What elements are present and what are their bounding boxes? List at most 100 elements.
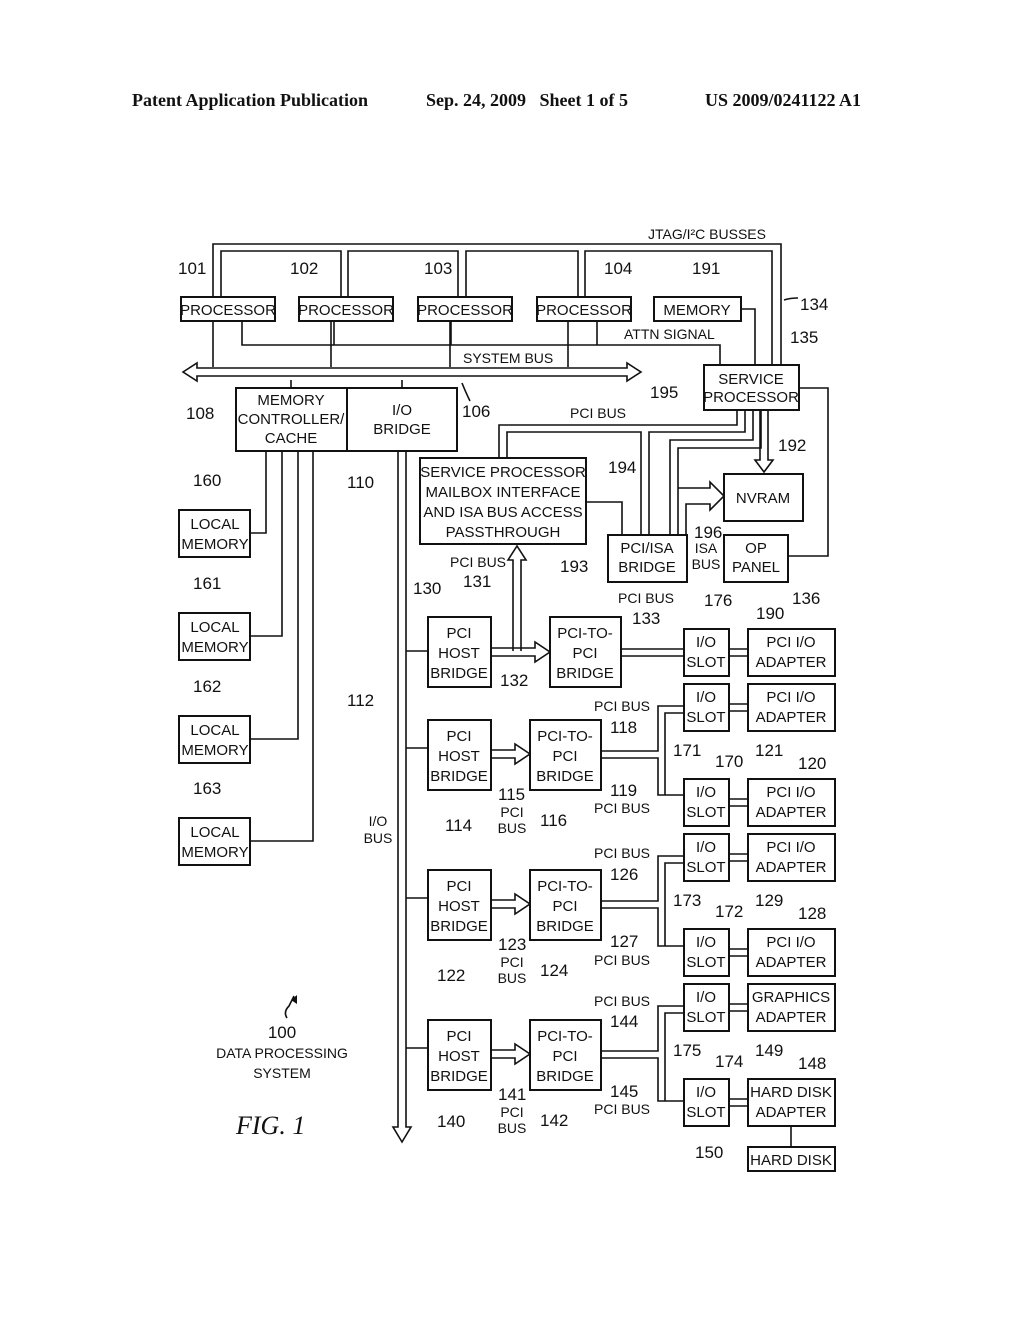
svg-text:SLOT: SLOT: [686, 1104, 725, 1121]
svg-text:BRIDGE: BRIDGE: [373, 421, 431, 438]
processor-103: PROCESSOR 103: [417, 259, 513, 322]
pci-bus-145-label: PCI BUS: [594, 1101, 650, 1117]
local-memory-161: LOCAL MEMORY 161: [178, 574, 251, 661]
jtag-bus-label: JTAG/I²C BUSSES: [648, 226, 766, 242]
ref-104: 104: [604, 259, 632, 278]
svg-text:PCI I/O: PCI I/O: [766, 689, 815, 706]
pci-io-adapter-136: PCI I/O ADAPTER 136: [747, 589, 836, 677]
isa-bus-label-1: ISA: [695, 540, 718, 556]
ref-160: 160: [193, 471, 221, 490]
ref-161: 161: [193, 574, 221, 593]
svg-text:SLOT: SLOT: [686, 804, 725, 821]
svg-text:PCI I/O: PCI I/O: [766, 839, 815, 856]
svg-text:PCI: PCI: [552, 748, 577, 765]
svg-text:SLOT: SLOT: [686, 709, 725, 726]
ref-108: 108: [186, 404, 214, 423]
svg-text:SLOT: SLOT: [686, 954, 725, 971]
svg-text:BRIDGE: BRIDGE: [430, 768, 488, 785]
svg-text:LOCAL: LOCAL: [190, 824, 239, 841]
svg-text:BRIDGE: BRIDGE: [536, 768, 594, 785]
service-processor-135: SERVICE PROCESSOR 135: [703, 328, 818, 411]
ref-112: 112: [347, 691, 374, 710]
pci-to-pci-bridge-124: PCI-TO- PCI BRIDGE 124: [529, 869, 602, 980]
ref-141: 141: [498, 1085, 526, 1104]
ref-127: 127: [610, 932, 638, 951]
svg-text:CONTROLLER/: CONTROLLER/: [238, 411, 346, 428]
ref-192: 192: [778, 436, 806, 455]
pci-host-bridge-114: PCI HOST BRIDGE 114: [427, 719, 492, 835]
memory-191: MEMORY 191: [653, 259, 742, 322]
svg-text:PCI: PCI: [552, 898, 577, 915]
svg-text:PCI-TO-: PCI-TO-: [537, 1028, 593, 1045]
svg-text:PCI I/O: PCI I/O: [766, 934, 815, 951]
svg-text:SLOT: SLOT: [686, 654, 725, 671]
system-label-1: DATA PROCESSING: [216, 1045, 348, 1061]
ref-144: 144: [610, 1012, 638, 1031]
ref-130: 130: [413, 579, 441, 598]
ref-172: 172: [715, 902, 743, 921]
svg-text:SERVICE: SERVICE: [718, 371, 784, 388]
ref-148: 148: [798, 1054, 826, 1073]
ref-145: 145: [610, 1082, 638, 1101]
io-bus-label-1: I/O: [369, 813, 388, 829]
ref-116: 116: [540, 811, 567, 830]
svg-text:BRIDGE: BRIDGE: [430, 665, 488, 682]
svg-text:PROCESSOR: PROCESSOR: [417, 302, 513, 319]
ref-129: 129: [755, 891, 783, 910]
ref-175: 175: [673, 1041, 701, 1060]
svg-text:HOST: HOST: [438, 1048, 480, 1065]
pci-host-bridge-122: PCI HOST BRIDGE 122: [427, 869, 492, 985]
ref-121: 121: [755, 741, 783, 760]
ref-115: 115: [498, 785, 525, 804]
local-memory-163: LOCAL MEMORY 163: [178, 779, 251, 866]
svg-text:HOST: HOST: [438, 898, 480, 915]
ref-101: 101: [178, 259, 206, 278]
svg-text:LOCAL: LOCAL: [190, 722, 239, 739]
svg-text:PCI: PCI: [446, 728, 471, 745]
op-panel-190: OP PANEL 190: [723, 534, 789, 623]
svg-text:ADAPTER: ADAPTER: [756, 859, 827, 876]
figure-caption: FIG. 1: [235, 1111, 305, 1140]
io-bus-arrow: [391, 451, 413, 1144]
ref-106: 106: [462, 402, 490, 421]
pci-bus-141-label-2: BUS: [498, 1120, 527, 1136]
ref-162: 162: [193, 677, 221, 696]
ref-191: 191: [692, 259, 720, 278]
svg-text:OP: OP: [745, 540, 767, 557]
svg-text:PCI/ISA: PCI/ISA: [620, 540, 673, 557]
svg-text:PCI: PCI: [446, 625, 471, 642]
svg-text:ADAPTER: ADAPTER: [756, 709, 827, 726]
ref-140: 140: [437, 1112, 465, 1131]
svg-text:HOST: HOST: [438, 645, 480, 662]
ref-128: 128: [798, 904, 826, 923]
svg-text:PANEL: PANEL: [732, 559, 780, 576]
ref-103: 103: [424, 259, 452, 278]
attn-signal-label: ATTN SIGNAL: [624, 326, 715, 342]
isa-bus-label-2: BUS: [692, 556, 721, 572]
svg-text:I/O: I/O: [696, 989, 716, 1006]
ref-193: 193: [560, 557, 588, 576]
slot-adapter-links: [729, 648, 748, 1107]
pci-to-pci-bridge-116: PCI-TO- PCI BRIDGE 116: [529, 719, 602, 830]
system-bus-arrow: [181, 361, 643, 383]
ref-120: 120: [798, 754, 826, 773]
ref-118: 118: [610, 718, 637, 737]
svg-text:GRAPHICS: GRAPHICS: [752, 989, 830, 1006]
svg-text:BRIDGE: BRIDGE: [430, 1068, 488, 1085]
ref-132: 132: [500, 671, 528, 690]
pci-bus-118-label: PCI BUS: [594, 698, 650, 714]
svg-text:SERVICE PROCESSOR: SERVICE PROCESSOR: [420, 464, 586, 481]
svg-text:HARD DISK: HARD DISK: [750, 1152, 832, 1169]
pci-bus-195-label: PCI BUS: [570, 405, 626, 421]
svg-text:PCI I/O: PCI I/O: [766, 634, 815, 651]
system-bus-label: SYSTEM BUS: [463, 350, 553, 366]
ref-194: 194: [608, 458, 636, 477]
ref-135: 135: [790, 328, 818, 347]
pci-bus-115-label-1: PCI: [500, 804, 523, 820]
svg-text:PCI: PCI: [446, 1028, 471, 1045]
svg-text:BRIDGE: BRIDGE: [430, 918, 488, 935]
svg-text:I/O: I/O: [696, 634, 716, 651]
pci-host-bridge-130: PCI HOST BRIDGE 130: [413, 579, 492, 688]
svg-text:ADAPTER: ADAPTER: [756, 654, 827, 671]
ref-190: 190: [756, 604, 784, 623]
